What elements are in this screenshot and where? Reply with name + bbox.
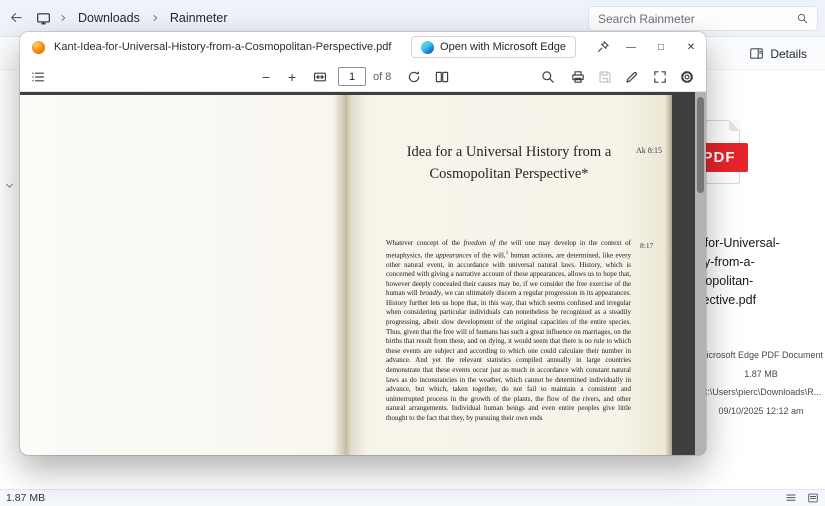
- status-size-label: 1.87 MB: [6, 492, 46, 504]
- file-size: 1.87 MB: [744, 368, 778, 379]
- details-file-metadata: Microsoft Edge PDF Document 1.87 MB C:\U…: [697, 346, 825, 420]
- details-toggle-button[interactable]: Details: [741, 41, 815, 66]
- pdf-toolbar: − + of 8: [20, 62, 706, 92]
- edge-browser-icon: [421, 40, 435, 54]
- file-explorer-window: Downloads Rainmeter Details PDF Kant: [0, 0, 825, 506]
- details-toggle-label: Details: [770, 46, 807, 61]
- file-path: C:\Users\pierc\Downloads\R...: [700, 387, 822, 397]
- monitor-icon[interactable]: [36, 11, 51, 26]
- settings-gear-icon[interactable]: [679, 69, 695, 85]
- fullscreen-expand-icon[interactable]: [652, 69, 668, 85]
- search-document-icon[interactable]: [540, 69, 556, 85]
- close-button[interactable]: ✕: [676, 32, 706, 62]
- pdf-window-titlebar: Kant-Idea-for-Universal-History-from-a-C…: [20, 32, 706, 62]
- pdf-scrollbar[interactable]: [695, 92, 706, 455]
- thumbnail-view-icon[interactable]: [807, 492, 819, 504]
- open-with-edge-button[interactable]: Open with Microsoft Edge: [411, 36, 576, 58]
- table-of-contents-icon[interactable]: [30, 69, 46, 85]
- document-heading: Idea for a Universal History from a Cosm…: [406, 144, 612, 182]
- search-box[interactable]: [588, 6, 818, 31]
- breadcrumb-rainmeter[interactable]: Rainmeter: [167, 9, 231, 27]
- pdf-content-area: Idea for a Universal History from a Cosm…: [20, 92, 706, 455]
- rotate-icon[interactable]: [406, 69, 422, 85]
- pdf-window-title: Kant-Idea-for-Universal-History-from-a-C…: [54, 41, 392, 53]
- save-icon[interactable]: [597, 69, 613, 85]
- tree-chevron-down-icon[interactable]: [4, 180, 15, 191]
- details-pane-icon: [749, 46, 764, 61]
- back-arrow-icon[interactable]: [9, 10, 24, 25]
- explorer-status-bar: 1.87 MB: [0, 489, 825, 506]
- ak-margin-note: Ak 8:15: [636, 146, 662, 155]
- pdf-scrollbar-thumb[interactable]: [697, 97, 704, 193]
- search-input[interactable]: [589, 11, 796, 26]
- breadcrumb-downloads[interactable]: Downloads: [75, 9, 143, 27]
- zoom-out-button[interactable]: −: [262, 69, 270, 85]
- search-icon[interactable]: [796, 12, 809, 25]
- minimize-button[interactable]: —: [616, 32, 646, 62]
- book-page-spread: Idea for a Universal History from a Cosm…: [20, 95, 672, 455]
- fit-to-width-icon[interactable]: [312, 69, 328, 85]
- page-count-label: of 8: [373, 71, 392, 83]
- pin-icon[interactable]: [590, 32, 616, 62]
- details-view-icon[interactable]: [785, 492, 797, 504]
- file-type: Microsoft Edge PDF Document: [698, 350, 824, 360]
- breadcrumb: Downloads Rainmeter: [36, 0, 231, 36]
- chevron-right-icon: [150, 13, 160, 23]
- page-view-icon[interactable]: [434, 69, 450, 85]
- open-with-edge-label: Open with Microsoft Edge: [440, 41, 566, 53]
- body-margin-note: 8:17: [640, 241, 654, 250]
- chevron-right-icon: [58, 13, 68, 23]
- file-modified-date: 09/10/2025 12:12 am: [718, 405, 804, 416]
- document-body-text: Whatever concept of the freedom of the w…: [386, 239, 632, 423]
- draw-pen-icon[interactable]: [624, 69, 640, 85]
- pdf-preview-window: Kant-Idea-for-Universal-History-from-a-C…: [20, 32, 706, 455]
- page-number-input[interactable]: [338, 67, 366, 86]
- print-icon[interactable]: [570, 69, 586, 85]
- pdf-app-icon: [32, 40, 45, 54]
- zoom-in-button[interactable]: +: [288, 69, 296, 85]
- maximize-button[interactable]: □: [646, 32, 676, 62]
